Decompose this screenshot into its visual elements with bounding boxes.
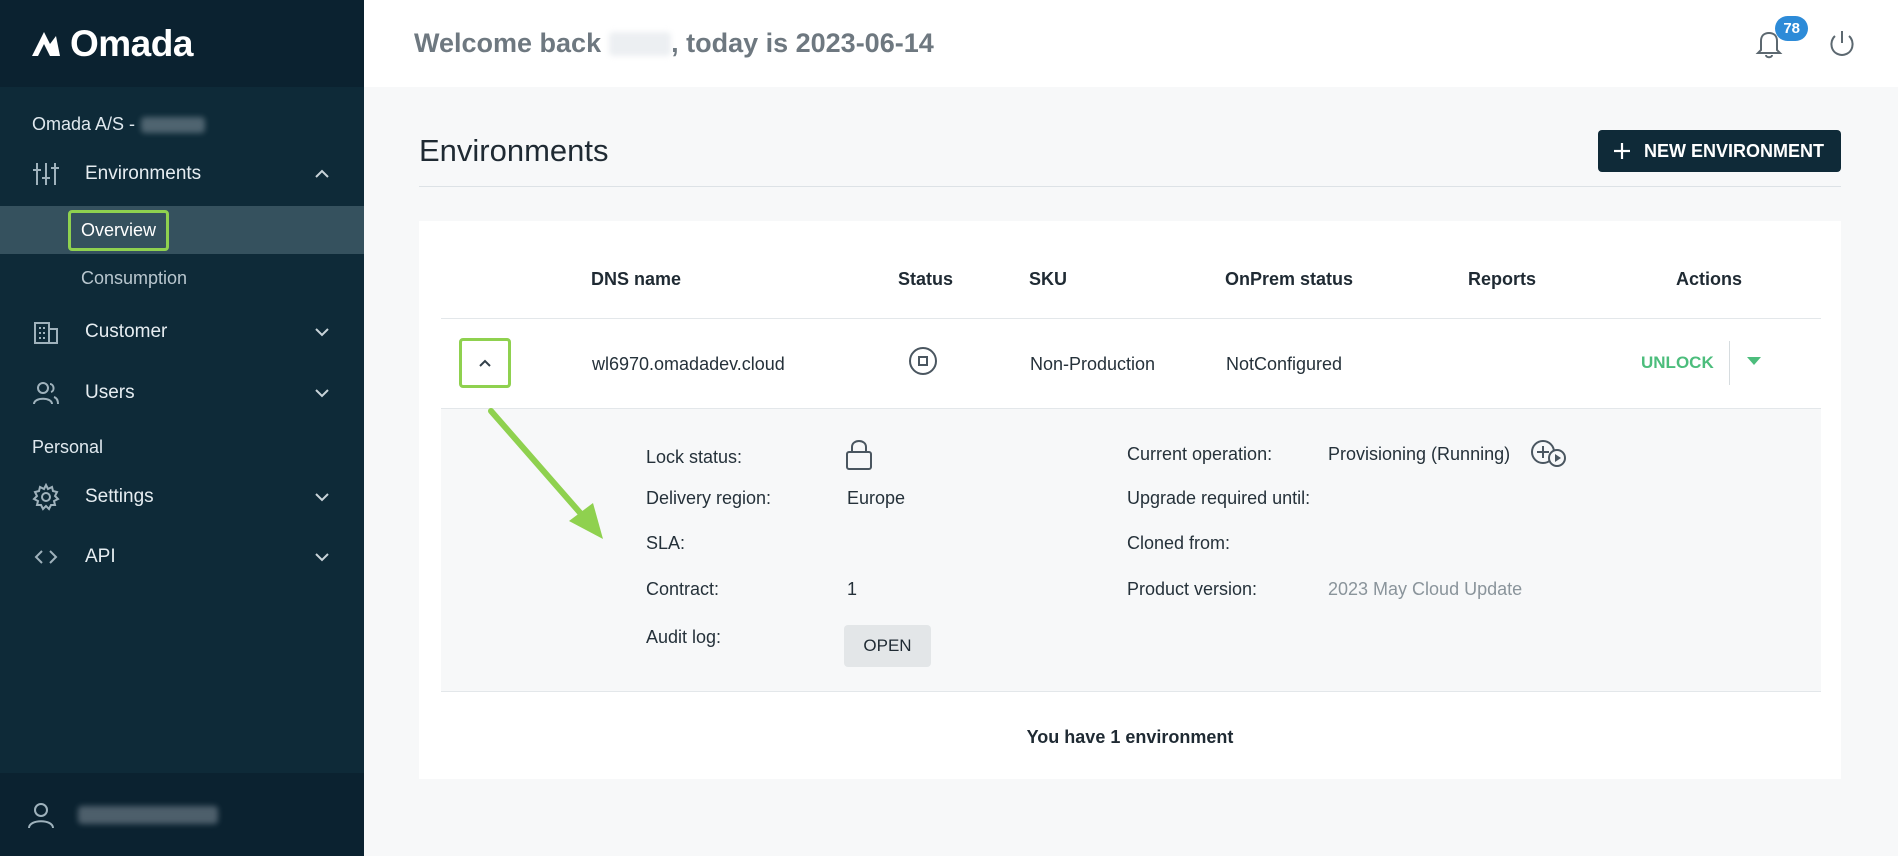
collapse-row-button[interactable] <box>459 338 511 388</box>
user-bar[interactable] <box>0 773 364 856</box>
environments-card: DNS name Status SKU OnPrem status Report… <box>419 221 1841 779</box>
environment-count: You have 1 environment <box>1026 727 1234 747</box>
sidebar-item-label: Customer <box>85 321 168 342</box>
chevron-up-icon <box>479 359 491 367</box>
sidebar-item-label: API <box>85 546 116 567</box>
omada-logo[interactable]: Omada <box>28 23 193 65</box>
sidebar-subitem-overview[interactable]: Overview <box>0 206 364 254</box>
code-icon <box>32 543 60 571</box>
sidebar: Omada Omada A/S - Environments Overview … <box>0 0 364 856</box>
notification-badge: 78 <box>1775 16 1808 41</box>
section-personal: Personal <box>32 437 104 457</box>
redacted-org-id <box>141 116 206 133</box>
brand-name: Omada <box>70 22 193 64</box>
table-header: DNS name Status SKU OnPrem status Report… <box>419 221 1841 319</box>
sidebar-item-label: Settings <box>85 486 154 507</box>
actions-dropdown-icon[interactable] <box>1747 357 1761 365</box>
chevron-down-icon <box>315 389 329 398</box>
sidebar-item-settings[interactable]: Settings <box>0 473 364 521</box>
users-icon <box>32 379 60 407</box>
sidebar-item-environments[interactable]: Environments <box>0 150 364 198</box>
new-environment-button[interactable]: NEW ENVIRONMENT <box>1598 130 1841 172</box>
current-operation-label: Current operation: <box>1127 444 1273 464</box>
sla-label: SLA: <box>646 533 686 553</box>
welcome-message: Welcome back , today is 2023-06-14 <box>414 28 934 58</box>
new-environment-label: NEW ENVIRONMENT <box>1644 140 1824 161</box>
chevron-down-icon <box>315 493 329 502</box>
chevron-down-icon <box>315 328 329 337</box>
annotation-arrow-icon <box>488 408 603 539</box>
environment-details: Lock status: Delivery region: Europe SLA… <box>441 408 1821 691</box>
audit-log-label: Audit log: <box>646 627 722 647</box>
contract-value: 1 <box>847 579 858 599</box>
sidebar-subitem-label: Overview <box>68 209 170 251</box>
delivery-region-value: Europe <box>847 488 906 508</box>
contract-label: Contract: <box>646 579 720 599</box>
chevron-down-icon <box>315 553 329 562</box>
redacted-user-name <box>78 805 218 824</box>
top-header: Welcome back , today is 2023-06-14 78 <box>364 0 1898 87</box>
title-divider <box>419 186 1841 187</box>
column-header-dns[interactable]: DNS name <box>591 269 681 290</box>
column-header-onprem[interactable]: OnPrem status <box>1225 269 1353 290</box>
unlock-button[interactable]: UNLOCK <box>1641 353 1714 373</box>
column-header-status[interactable]: Status <box>898 269 953 290</box>
user-icon <box>28 802 54 828</box>
current-operation-value: Provisioning (Running) <box>1328 444 1511 464</box>
gear-icon <box>32 483 60 511</box>
lock-status-label: Lock status: <box>646 447 743 467</box>
sidebar-item-api[interactable]: API <box>0 533 364 581</box>
lock-icon <box>846 440 872 470</box>
sidebar-item-customer[interactable]: Customer <box>0 308 364 356</box>
sidebar-item-label: Environments <box>85 163 202 184</box>
product-version-value: 2023 May Cloud Update <box>1328 579 1523 599</box>
dns-name-cell: wl6970.omadadev.cloud <box>592 354 785 374</box>
sidebar-subitem-consumption[interactable]: Consumption <box>0 254 364 302</box>
sidebar-item-label: Users <box>85 382 135 403</box>
omada-logo-icon <box>32 31 60 56</box>
cloned-from-label: Cloned from: <box>1127 533 1231 553</box>
product-version-label: Product version: <box>1127 579 1258 599</box>
org-label: Omada A/S - <box>32 114 206 135</box>
open-audit-log-button[interactable]: OPEN <box>844 625 931 667</box>
power-icon[interactable] <box>1826 28 1858 60</box>
sliders-icon <box>32 160 60 188</box>
page-title: Environments <box>419 133 609 168</box>
sidebar-subitem-label: Consumption <box>81 267 188 288</box>
sidebar-item-users[interactable]: Users <box>0 369 364 417</box>
column-header-reports[interactable]: Reports <box>1468 269 1536 290</box>
delivery-region-label: Delivery region: <box>646 488 772 508</box>
redacted-first-name <box>609 31 672 56</box>
building-icon <box>32 318 60 346</box>
column-header-actions: Actions <box>1676 269 1743 289</box>
row-divider <box>441 318 1821 319</box>
provisioning-running-icon[interactable] <box>1529 437 1571 471</box>
upgrade-required-label: Upgrade required until: <box>1127 488 1311 508</box>
logo-bar: Omada <box>0 0 364 87</box>
chevron-up-icon <box>315 169 329 178</box>
plus-icon <box>1614 143 1630 159</box>
row-divider <box>441 691 1821 692</box>
onprem-status-cell: NotConfigured <box>1226 354 1343 374</box>
sku-cell: Non-Production <box>1030 354 1156 374</box>
main-content: Environments NEW ENVIRONMENT DNS name St… <box>364 87 1898 856</box>
column-header-sku[interactable]: SKU <box>1029 269 1067 290</box>
stopped-status-icon <box>909 347 937 375</box>
action-divider <box>1729 341 1730 385</box>
